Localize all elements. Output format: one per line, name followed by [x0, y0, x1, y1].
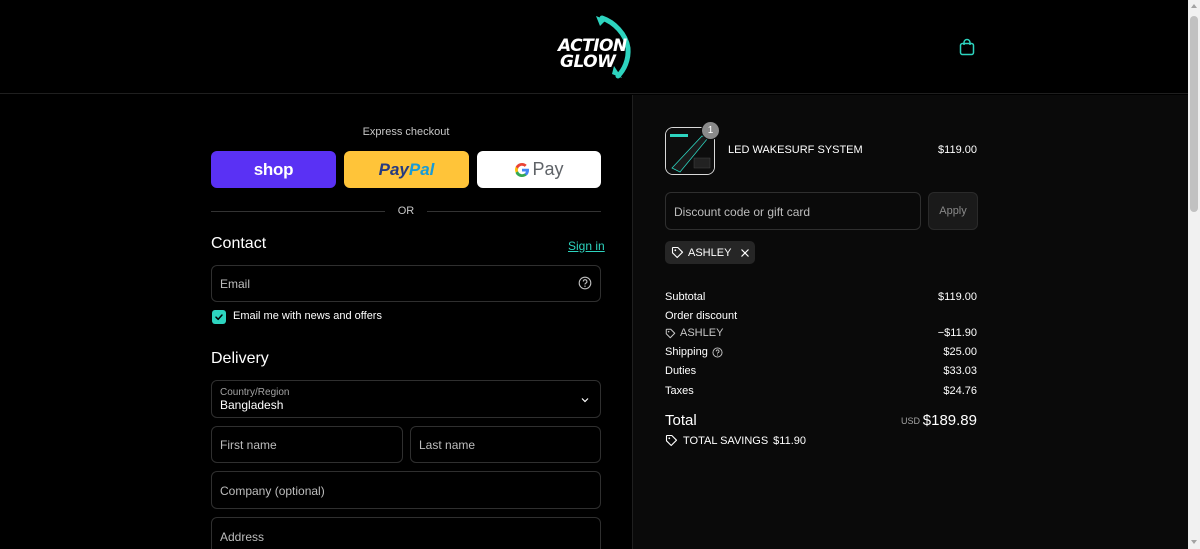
shipping-label: Shipping — [665, 346, 708, 358]
country-select[interactable]: Country/Region Bangladesh — [211, 380, 601, 418]
page-scrollbar[interactable] — [1188, 0, 1200, 549]
total-savings-row: TOTAL SAVINGS $11.90 — [665, 434, 806, 447]
google-pay-label: Pay — [514, 159, 564, 180]
scroll-up-arrow-icon[interactable] — [1191, 4, 1197, 8]
site-header: ACTION GLOW — [0, 0, 1188, 94]
total-value: $189.89 — [922, 412, 977, 429]
taxes-label: Taxes — [665, 385, 694, 397]
total-label: Total — [665, 412, 697, 429]
paypal-button[interactable]: PayPal — [344, 151, 469, 188]
apply-discount-button[interactable]: Apply — [928, 192, 978, 230]
email-field[interactable]: Email — [211, 265, 601, 302]
checkout-form-panel: Express checkout shop PayPal Pay OR Cont… — [0, 95, 632, 549]
google-g-icon — [515, 162, 530, 177]
shop-pay-label: shop — [253, 159, 294, 179]
newsletter-label: Email me with news and offers — [233, 310, 382, 322]
logo-text-glow: GLOW — [560, 52, 616, 72]
savings-value: $11.90 — [773, 434, 806, 447]
google-pay-button[interactable]: Pay — [477, 151, 601, 188]
last-name-placeholder: Last name — [419, 438, 476, 452]
newsletter-checkbox[interactable] — [212, 310, 226, 324]
action-glow-logo[interactable]: ACTION GLOW — [556, 14, 634, 80]
first-name-placeholder: First name — [220, 438, 277, 452]
scroll-down-arrow-icon[interactable] — [1191, 540, 1197, 544]
help-circle-icon[interactable] — [578, 276, 592, 290]
delivery-title: Delivery — [211, 350, 269, 367]
address-field[interactable]: Address — [211, 517, 601, 549]
shipping-row: Shipping — [665, 346, 723, 358]
tag-icon — [665, 434, 678, 447]
sign-in-link[interactable]: Sign in — [568, 239, 605, 253]
subtotal-value: $119.00 — [938, 291, 977, 303]
shopping-bag-icon[interactable] — [958, 38, 976, 56]
discount-value: −$11.90 — [937, 327, 977, 339]
quantity-badge: 1 — [701, 121, 720, 140]
tag-icon — [671, 246, 684, 259]
taxes-value: $24.76 — [943, 385, 977, 397]
subtotal-label: Subtotal — [665, 291, 706, 303]
product-name: LED WAKESURF SYSTEM — [728, 144, 863, 156]
discount-code-row: ASHLEY — [665, 327, 723, 339]
duties-value: $33.03 — [943, 365, 977, 377]
tag-icon — [665, 328, 676, 338]
country-label: Country/Region — [220, 387, 290, 398]
discount-code-text: ASHLEY — [680, 327, 724, 339]
product-price: $119.00 — [938, 144, 977, 156]
order-summary-panel: 1 LED WAKESURF SYSTEM $119.00 Discount c… — [632, 95, 1188, 549]
or-divider-label: OR — [397, 205, 415, 217]
company-placeholder: Company (optional) — [220, 484, 325, 498]
company-field[interactable]: Company (optional) — [211, 471, 601, 509]
first-name-field[interactable]: First name — [211, 426, 403, 463]
order-discount-label: Order discount — [665, 310, 738, 322]
country-value: Bangladesh — [220, 398, 284, 412]
discount-code-input[interactable]: Discount code or gift card — [665, 192, 921, 230]
shop-pay-button[interactable]: shop — [211, 151, 336, 188]
savings-label: TOTAL SAVINGS — [683, 434, 769, 447]
shipping-value: $25.00 — [943, 346, 977, 358]
duties-label: Duties — [665, 365, 697, 377]
address-placeholder: Address — [220, 530, 265, 544]
divider-left — [211, 211, 385, 212]
total-currency: USD — [900, 416, 920, 426]
applied-discount-chip: ASHLEY — [665, 241, 755, 264]
divider-right — [427, 211, 601, 212]
email-placeholder: Email — [220, 277, 251, 291]
contact-title: Contact — [211, 235, 267, 252]
chevron-down-icon — [581, 398, 589, 403]
scroll-thumb[interactable] — [1190, 16, 1198, 212]
checkmark-icon — [215, 314, 223, 321]
close-icon[interactable] — [739, 247, 751, 259]
discount-placeholder: Discount code or gift card — [674, 205, 811, 219]
help-circle-icon[interactable] — [712, 346, 723, 358]
express-checkout-label: Express checkout — [362, 126, 450, 138]
last-name-field[interactable]: Last name — [410, 426, 601, 463]
applied-code-label: ASHLEY — [688, 246, 732, 259]
paypal-label: PayPal — [378, 159, 435, 179]
